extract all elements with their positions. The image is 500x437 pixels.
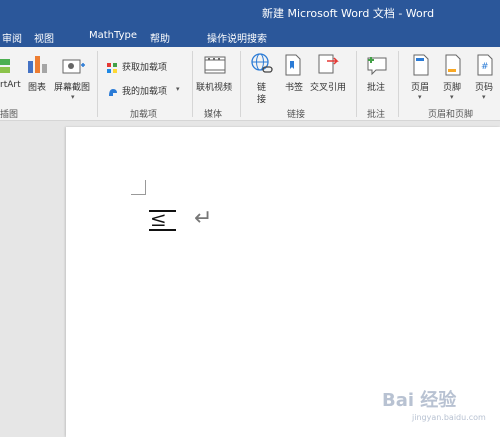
page-number-icon: #	[476, 54, 494, 80]
video-icon	[204, 54, 226, 80]
group-divider	[398, 51, 399, 117]
header-button[interactable]: 页眉	[411, 80, 429, 93]
title-bar: 新建 Microsoft Word 文档 - Word	[0, 0, 500, 26]
chart-icon	[26, 53, 48, 79]
tab-help[interactable]: 帮助	[150, 30, 170, 45]
bookmark-icon	[284, 54, 302, 80]
chevron-down-icon[interactable]: ▾	[482, 93, 486, 101]
bookmark-button[interactable]: 书签	[285, 80, 303, 93]
cross-reference-icon	[317, 53, 341, 81]
equation-underline	[149, 229, 176, 231]
footer-button[interactable]: 页脚	[443, 80, 461, 93]
group-addins: 加载项	[130, 110, 158, 120]
cross-reference-button[interactable]: 交叉引用	[310, 80, 346, 93]
online-video-button[interactable]: 联机视频	[196, 80, 232, 93]
smartart-icon	[0, 55, 12, 81]
menu-bar: 审阅 视图 MathType 帮助 操作说明搜索	[0, 26, 500, 70]
margin-corner-mark	[131, 180, 146, 195]
watermark-logo: Bai 经验	[382, 390, 457, 411]
page-number-button[interactable]: 页码	[475, 80, 493, 93]
footer-icon	[444, 54, 462, 80]
screenshot-icon	[62, 55, 86, 81]
get-addins-button[interactable]: 获取加载项	[122, 60, 167, 73]
tab-review[interactable]: 审阅	[2, 30, 22, 45]
group-comments: 批注	[367, 110, 386, 120]
chevron-down-icon[interactable]: ▾	[450, 93, 454, 101]
tab-view[interactable]: 视图	[34, 30, 54, 45]
my-addins-button[interactable]: 我的加载项	[122, 84, 167, 97]
smartart-button[interactable]: rtArt	[0, 80, 21, 90]
group-header-footer: 页眉和页脚	[428, 110, 474, 120]
header-icon	[412, 54, 430, 80]
group-divider	[192, 51, 193, 117]
link-button-line2: 接	[257, 95, 267, 105]
chevron-down-icon[interactable]: ▾	[71, 93, 75, 101]
equation-text[interactable]: ≤	[150, 207, 167, 231]
chevron-down-icon[interactable]: ▾	[176, 85, 180, 93]
chart-button[interactable]: 图表	[28, 80, 46, 93]
comment-icon	[365, 53, 389, 81]
new-comment-button[interactable]: 批注	[367, 80, 385, 93]
group-media: 媒体	[204, 110, 223, 120]
store-icon	[106, 59, 118, 78]
group-links: 链接	[287, 110, 306, 120]
group-divider	[240, 51, 241, 117]
svg-text:#: #	[481, 62, 489, 72]
window-title: 新建 Microsoft Word 文档 - Word	[262, 7, 435, 20]
tab-mathtype[interactable]: MathType	[89, 30, 137, 41]
left-gutter	[0, 121, 66, 437]
chevron-down-icon[interactable]: ▾	[418, 93, 422, 101]
my-addins-icon	[107, 83, 119, 102]
group-divider	[97, 51, 98, 117]
tell-me-search[interactable]: 操作说明搜索	[207, 30, 267, 45]
ribbon: rtArt 图表 屏幕截图 ▾ 插图 获取加载项 我的加载项 ▾ 加载项 联机视…	[0, 47, 500, 121]
watermark-url: jingyan.baidu.com	[412, 413, 486, 422]
group-divider	[356, 51, 357, 117]
globe-link-icon	[250, 52, 274, 80]
group-illustrations: 插图	[0, 110, 19, 120]
paragraph-mark: ↵	[194, 206, 213, 231]
screenshot-button[interactable]: 屏幕截图	[54, 80, 90, 93]
